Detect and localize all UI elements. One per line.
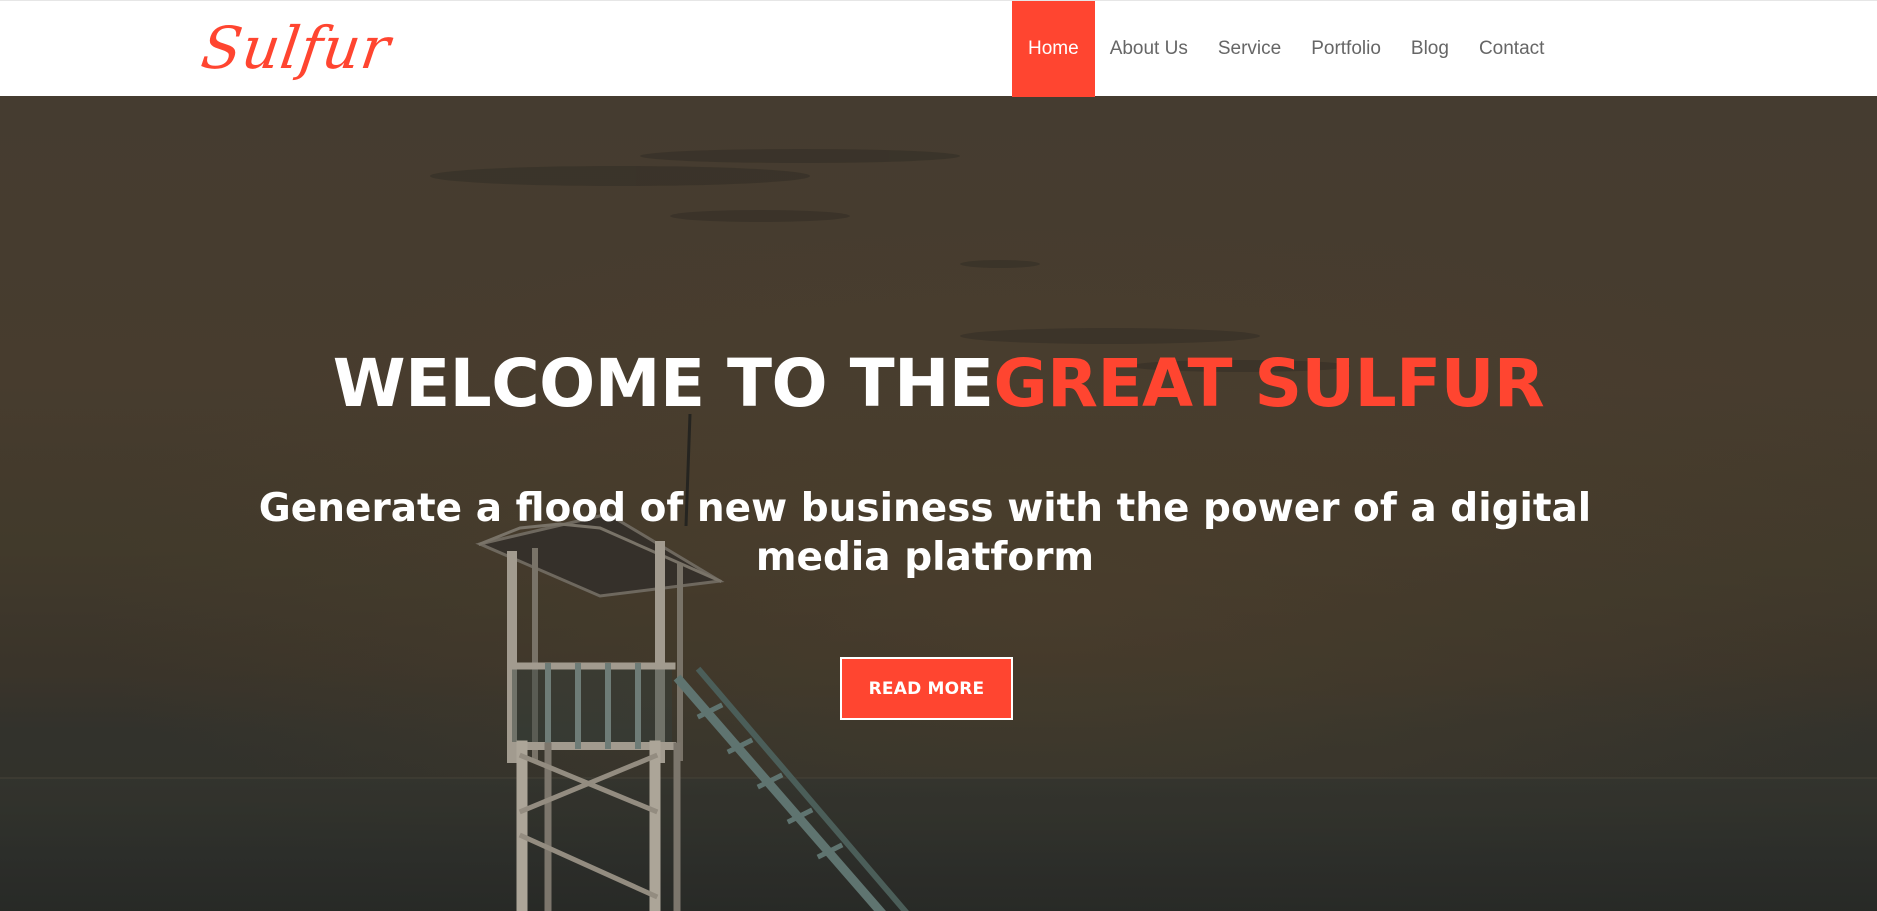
nav-item-service[interactable]: Service <box>1203 1 1296 97</box>
read-more-button[interactable]: READ MORE <box>840 657 1013 720</box>
nav-item-contact[interactable]: Contact <box>1464 1 1559 97</box>
nav-item-about-us[interactable]: About Us <box>1095 1 1203 97</box>
hero-subtitle: Generate a flood of new business with th… <box>258 486 1592 580</box>
nav-item-portfolio[interactable]: Portfolio <box>1296 1 1396 97</box>
brand-logo[interactable]: Sulfur <box>196 5 396 91</box>
nav-item-blog[interactable]: Blog <box>1396 1 1464 97</box>
hero-title-prefix: WELCOME TO THE <box>332 345 994 422</box>
main-nav: Home About Us Service Portfolio Blog Con… <box>1012 1 1559 97</box>
hero-title: WELCOME TO THEGREAT SULFUR <box>0 344 1877 424</box>
nav-item-home[interactable]: Home <box>1012 1 1095 97</box>
hero-section: WELCOME TO THEGREAT SULFUR Generate a fl… <box>0 96 1877 911</box>
hero-title-highlight: GREAT SULFUR <box>993 345 1545 422</box>
site-header: Sulfur Home About Us Service Portfolio B… <box>0 0 1877 97</box>
